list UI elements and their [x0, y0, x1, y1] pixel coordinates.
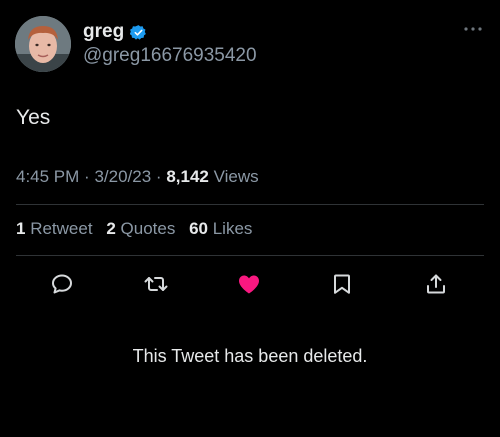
- likes-stat[interactable]: 60 Likes: [189, 219, 252, 238]
- user-handle[interactable]: @greg16676935420: [83, 45, 257, 67]
- retweets-label: Retweet: [30, 219, 93, 238]
- tweet-date[interactable]: 3/20/23: [94, 167, 151, 186]
- tweet-text: Yes: [16, 106, 51, 129]
- user-name-row[interactable]: greg: [83, 21, 147, 43]
- reply-button[interactable]: [48, 270, 76, 298]
- tweet-time[interactable]: 4:45 PM: [16, 167, 79, 186]
- likes-count: 60: [189, 219, 208, 238]
- verified-badge-icon: [129, 24, 147, 41]
- meta-separator: ·: [155, 167, 162, 186]
- retweet-icon: [144, 277, 168, 291]
- bookmark-icon: [334, 274, 350, 294]
- divider: [16, 204, 484, 205]
- quotes-count: 2: [106, 219, 116, 238]
- views-label: Views: [213, 167, 259, 186]
- avatar[interactable]: [15, 16, 71, 72]
- retweets-count: 1: [16, 219, 26, 238]
- share-button[interactable]: [422, 270, 450, 298]
- tweet-stats: 1 Retweet 2 Quotes 60 Likes: [16, 219, 252, 239]
- views-count: 8,142: [166, 167, 209, 186]
- divider: [16, 255, 484, 256]
- tweet-meta: 4:45 PM · 3/20/23 · 8,142 Views: [16, 167, 259, 187]
- like-icon: [239, 275, 259, 294]
- reply-icon: [52, 274, 72, 294]
- deleted-tweet-notice: This Tweet has been deleted.: [132, 346, 368, 366]
- meta-separator: ·: [84, 167, 90, 186]
- bookmark-button[interactable]: [328, 270, 356, 298]
- likes-label: Likes: [212, 219, 253, 238]
- share-icon: [427, 274, 445, 294]
- retweet-button[interactable]: [142, 270, 170, 298]
- more-options-icon[interactable]: [462, 22, 484, 34]
- like-button[interactable]: [235, 270, 263, 298]
- retweets-stat[interactable]: 1 Retweet: [16, 219, 93, 238]
- quotes-label: Quotes: [120, 219, 176, 238]
- quotes-stat[interactable]: 2 Quotes: [106, 219, 175, 238]
- display-name[interactable]: greg: [83, 21, 124, 43]
